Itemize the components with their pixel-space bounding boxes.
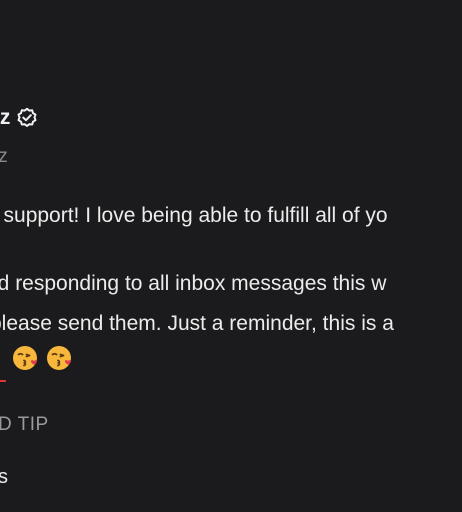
post-author[interactable]: lz <box>0 106 38 130</box>
verified-badge-icon <box>16 107 38 129</box>
divider-accent <box>0 380 6 382</box>
message-text-line: please send them. Just a reminder, this … <box>0 312 394 335</box>
kissing-face-with-heart-icon <box>12 344 40 372</box>
message-text-line: e support! I love being able to fulfill … <box>0 204 388 227</box>
message-text-line: nd responding to all inbox messages this… <box>0 272 387 295</box>
kissing-face-with-heart-icon <box>46 344 74 372</box>
emoji-group <box>12 344 74 372</box>
send-tip-button[interactable]: D TIP <box>0 414 49 436</box>
footer-text: s <box>0 466 8 488</box>
author-display-name[interactable]: lz <box>0 106 10 130</box>
author-handle[interactable]: lz <box>0 146 8 168</box>
